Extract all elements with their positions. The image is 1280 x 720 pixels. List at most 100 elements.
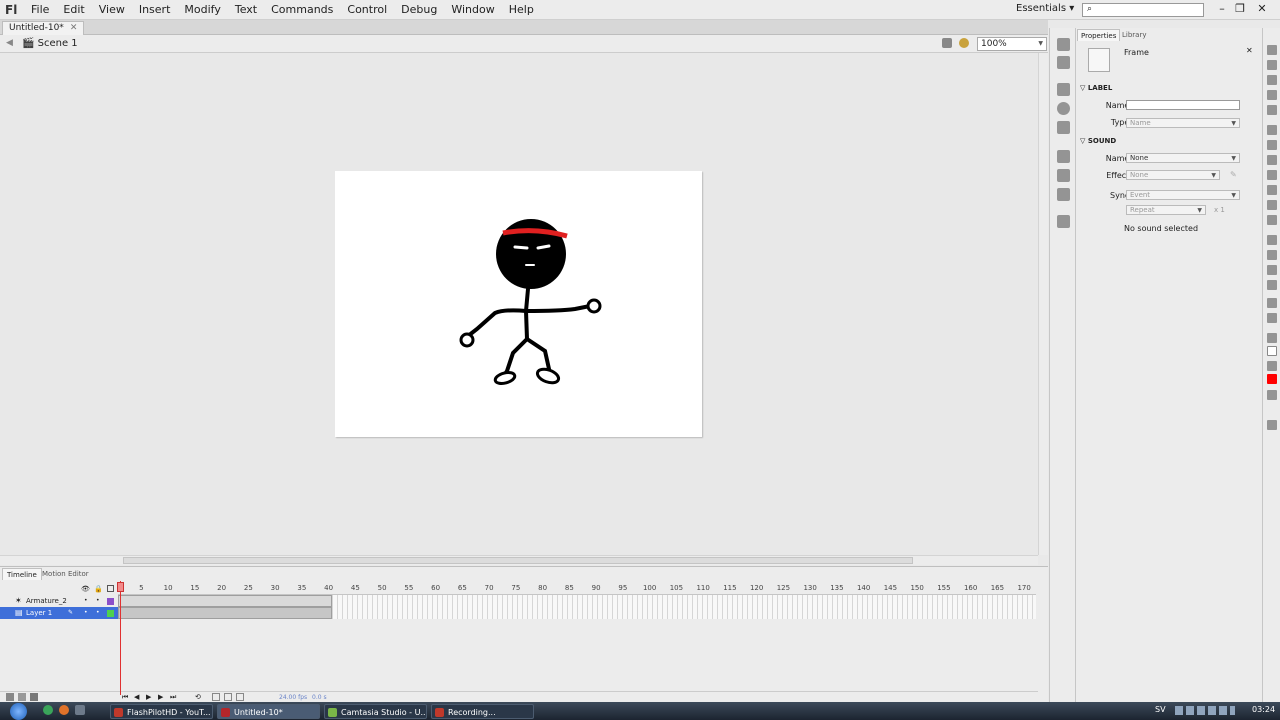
- tab-library[interactable]: Library: [1119, 29, 1149, 41]
- layer-row[interactable]: ▤ Layer 1 ✎ • •: [0, 607, 118, 619]
- layer-outline-swatch[interactable]: [107, 598, 114, 605]
- 3d-rotation-tool-icon[interactable]: [1267, 90, 1277, 100]
- fill-swatch[interactable]: [1267, 374, 1277, 384]
- paint-bucket-tool-icon[interactable]: [1267, 250, 1277, 260]
- visibility-dot[interactable]: •: [84, 607, 88, 619]
- stroke-color-icon[interactable]: [1267, 333, 1277, 343]
- fill-color-icon[interactable]: [1267, 361, 1277, 371]
- frame-grid[interactable]: [118, 595, 1036, 619]
- visibility-dot[interactable]: •: [84, 595, 88, 607]
- menu-commands[interactable]: Commands: [264, 3, 340, 16]
- label-name-field[interactable]: [1126, 100, 1240, 110]
- hand-tool-icon[interactable]: [1267, 298, 1277, 308]
- play-icon[interactable]: ▶: [146, 693, 151, 701]
- brush-tool-icon[interactable]: [1267, 200, 1277, 210]
- rectangle-tool-icon[interactable]: [1267, 170, 1277, 180]
- eyedropper-tool-icon[interactable]: [1267, 265, 1277, 275]
- restore-button[interactable]: ❐: [1231, 1, 1249, 17]
- swatches-panel-icon[interactable]: [1057, 56, 1070, 69]
- step-forward-icon[interactable]: ▶: [158, 693, 163, 701]
- playhead-handle[interactable]: [117, 582, 124, 592]
- effect-select[interactable]: None ▼: [1126, 170, 1220, 180]
- tab-properties[interactable]: Properties: [1077, 29, 1121, 41]
- menu-control[interactable]: Control: [340, 3, 394, 16]
- subselection-tool-icon[interactable]: [1267, 60, 1277, 70]
- close-button[interactable]: ✕: [1253, 1, 1271, 17]
- new-layer-icon[interactable]: [6, 693, 14, 701]
- selection-tool-icon[interactable]: [1267, 45, 1277, 55]
- document-tab[interactable]: Untitled-10* ✕: [2, 21, 85, 35]
- first-frame-icon[interactable]: ⏮: [122, 693, 128, 702]
- free-transform-tool-icon[interactable]: [1267, 75, 1277, 85]
- layer1-frame-span[interactable]: [118, 607, 332, 619]
- eraser-tool-icon[interactable]: [1267, 280, 1277, 290]
- lock-dot[interactable]: •: [96, 595, 100, 607]
- menu-insert[interactable]: Insert: [132, 3, 178, 16]
- menu-text[interactable]: Text: [228, 3, 264, 16]
- align-panel-icon[interactable]: [1057, 83, 1070, 96]
- stage-vertical-scrollbar[interactable]: [1038, 53, 1048, 555]
- step-back-icon[interactable]: ◀: [134, 693, 139, 701]
- tray-icons[interactable]: [1175, 706, 1235, 715]
- menu-modify[interactable]: Modify: [177, 3, 227, 16]
- history-panel-icon[interactable]: [1057, 215, 1070, 228]
- menu-help[interactable]: Help: [502, 3, 541, 16]
- snap-icon[interactable]: [1267, 420, 1277, 430]
- taskbar-item[interactable]: Recording...: [431, 704, 534, 719]
- last-frame-icon[interactable]: ⏭: [170, 693, 176, 702]
- edit-scene-icon[interactable]: [942, 38, 952, 48]
- zoom-select[interactable]: 100% ▼: [977, 37, 1047, 51]
- back-arrow-icon[interactable]: ◀: [6, 38, 13, 48]
- text-tool-icon[interactable]: [1267, 140, 1277, 150]
- menu-file[interactable]: File: [24, 3, 56, 16]
- language-indicator[interactable]: SV: [1155, 705, 1166, 714]
- close-icon[interactable]: ✕: [70, 23, 78, 33]
- menu-window[interactable]: Window: [444, 3, 501, 16]
- armature-frame-span[interactable]: [118, 595, 332, 607]
- quicklaunch-icon[interactable]: [75, 705, 85, 715]
- playhead[interactable]: [120, 581, 121, 695]
- outline-icon[interactable]: [107, 585, 114, 592]
- edit-symbols-icon[interactable]: [959, 38, 969, 48]
- timeline-ruler[interactable]: 5 10 15 20 25 30 35 40 45 50 55 60 65 70 75 80 85 90 95 100…: [118, 582, 1036, 595]
- stroke-swatch[interactable]: [1267, 346, 1277, 356]
- sync-select[interactable]: Event ▼: [1126, 190, 1240, 200]
- stick-figure[interactable]: [335, 171, 702, 437]
- edit-envelope-icon[interactable]: ✎: [1230, 170, 1237, 179]
- lock-dot[interactable]: •: [96, 607, 100, 619]
- start-button[interactable]: [10, 703, 27, 720]
- sound-section-header[interactable]: ▽ SOUND: [1080, 137, 1116, 145]
- eye-icon[interactable]: 👁: [81, 585, 90, 593]
- deco-tool-icon[interactable]: [1267, 215, 1277, 225]
- tab-timeline[interactable]: Timeline: [2, 568, 42, 580]
- bone-tool-icon[interactable]: [1267, 235, 1277, 245]
- scene-label[interactable]: 🎬 Scene 1: [22, 38, 78, 49]
- delete-layer-icon[interactable]: [30, 693, 38, 701]
- code-snippets-icon[interactable]: [1057, 150, 1070, 163]
- scroll-thumb[interactable]: [123, 557, 913, 564]
- fps-readout[interactable]: 24.00 fps: [279, 694, 307, 701]
- taskbar-item[interactable]: Untitled-10*: [217, 704, 320, 719]
- menu-debug[interactable]: Debug: [394, 3, 444, 16]
- tab-motion-editor[interactable]: Motion Editor: [38, 568, 93, 580]
- help-icon[interactable]: ✕: [1246, 46, 1253, 55]
- minimize-button[interactable]: –: [1213, 1, 1231, 17]
- taskbar-item[interactable]: FlashPilotHD - YouT...: [110, 704, 213, 719]
- new-folder-icon[interactable]: [18, 693, 26, 701]
- pencil-tool-icon[interactable]: [1267, 185, 1277, 195]
- repeat-select[interactable]: Repeat ▼: [1126, 205, 1206, 215]
- sound-name-select[interactable]: None ▼: [1126, 153, 1240, 163]
- color-panel-icon[interactable]: [1057, 38, 1070, 51]
- onion-outline-icon[interactable]: [224, 693, 232, 701]
- lasso-tool-icon[interactable]: [1267, 105, 1277, 115]
- lock-icon[interactable]: 🔒: [94, 585, 103, 593]
- label-section-header[interactable]: ▽ LABEL: [1080, 84, 1112, 92]
- zoom-tool-icon[interactable]: [1267, 313, 1277, 323]
- menu-view[interactable]: View: [92, 3, 132, 16]
- quicklaunch-icon[interactable]: [59, 705, 69, 715]
- components-panel-icon[interactable]: [1057, 169, 1070, 182]
- onion-skin-icon[interactable]: [212, 693, 220, 701]
- loop-icon[interactable]: ⟲: [195, 693, 201, 701]
- layer-outline-swatch[interactable]: [107, 610, 114, 617]
- layer-row[interactable]: ✶ Armature_2 • •: [0, 595, 118, 607]
